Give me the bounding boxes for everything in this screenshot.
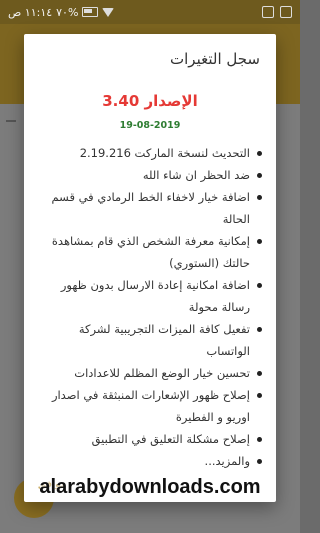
status-bar: ١١:١٤ ص ٧٠% xyxy=(0,0,300,24)
change-item: والمزيد... xyxy=(32,450,264,472)
change-item: إمكانية معرفة الشخص الذي قام بمشاهدة حال… xyxy=(32,230,264,274)
change-item: تحسين خيار الوضع المظلم للاعدادات xyxy=(32,362,264,384)
change-item: اضافة امكانية إعادة الارسال بدون ظهور رس… xyxy=(32,274,264,318)
app-notification-icon xyxy=(280,6,292,18)
changelog-dialog: سجل التغيرات الإصدار 3.40 19-08-2019 الت… xyxy=(24,34,276,502)
changes-list: التحديث لنسخة الماركت 2.19.216 ضد الحظر … xyxy=(32,142,264,472)
release-date: 19-08-2019 xyxy=(119,120,181,131)
background-divider xyxy=(6,120,16,122)
change-item: إصلاح ظهور الإشعارات المنبثقة في اصدار ا… xyxy=(32,384,264,428)
dialog-title: سجل التغيرات xyxy=(170,50,260,68)
clock: ١١:١٤ ص xyxy=(8,5,53,19)
version-title: الإصدار 3.40 xyxy=(102,92,198,110)
change-item: تفعيل كافة الميزات التجريبية لشركة الوات… xyxy=(32,318,264,362)
status-right xyxy=(262,6,292,18)
battery-icon xyxy=(82,7,99,17)
battery-percent: ٧٠% xyxy=(56,5,79,19)
watermark: alarabydownloads.com xyxy=(39,476,261,498)
change-item: اضافة خيار لاخفاء الخط الرمادي في قسم ال… xyxy=(32,186,264,230)
change-item: التحديث لنسخة الماركت 2.19.216 xyxy=(32,142,264,164)
gallery-icon xyxy=(262,6,274,18)
status-left: ١١:١٤ ص ٧٠% xyxy=(8,5,115,19)
change-item: إصلاح مشكلة التعليق في التطبيق xyxy=(32,428,264,450)
wifi-icon xyxy=(102,7,115,17)
change-item: ضد الحظر ان شاء الله xyxy=(32,164,264,186)
